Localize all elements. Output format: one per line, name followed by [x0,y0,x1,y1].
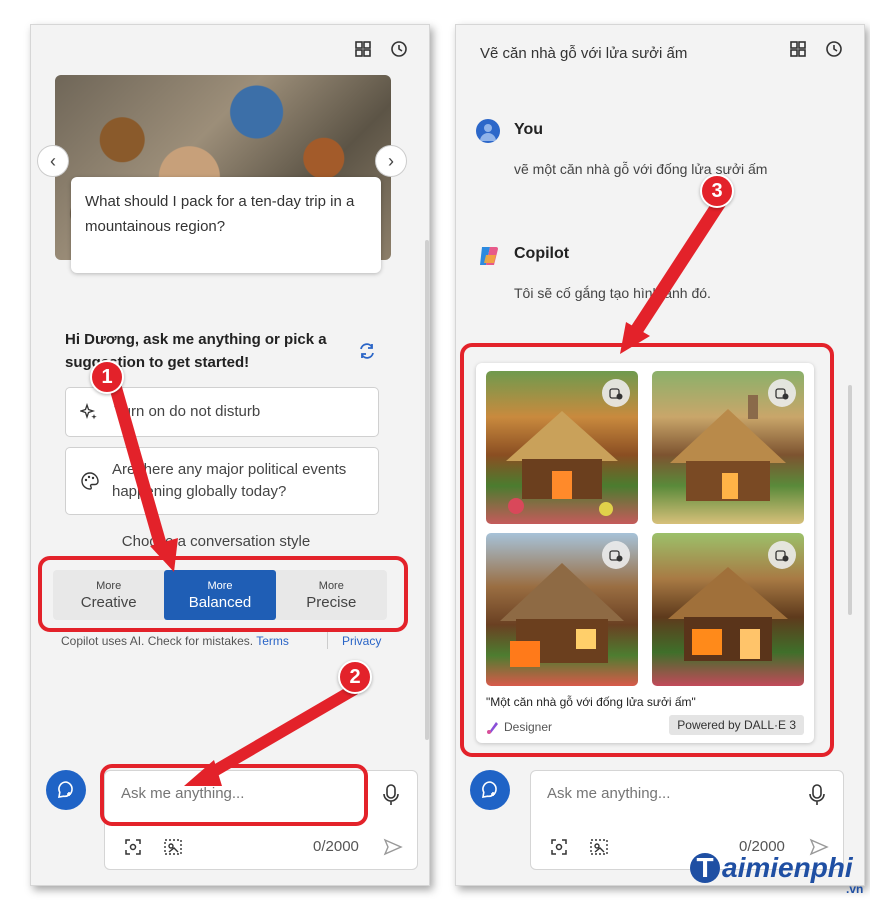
carousel-next-button[interactable]: › [375,145,407,177]
conversation-style-label: Choose a conversation style [121,533,311,550]
ai-disclaimer: Copilot uses AI. Check for mistakes. Ter… [61,634,289,648]
divider [327,631,328,649]
suggestion-card-text: What should I pack for a ten-day trip in… [85,193,355,235]
step-number: 3 [711,179,723,202]
step-badge: 1 [90,360,124,394]
copilot-home-panel: ‹ › What should I pack for a ten-day tri… [30,24,430,886]
new-topic-button[interactable] [46,770,86,810]
new-topic-button[interactable] [470,770,510,810]
bot-name: Copilot [514,245,570,262]
prompt-label: Turn on do not disturb [114,403,261,420]
chat-title: Vẽ căn nhà gỗ với lửa sưởi ấm [480,45,688,62]
terms-link[interactable]: Terms [256,634,289,648]
plugins-icon[interactable] [788,39,808,59]
highlight-style-box [38,556,408,632]
send-icon[interactable] [383,837,403,857]
microphone-icon[interactable] [807,783,827,807]
plugins-icon[interactable] [353,39,373,59]
bot-message: Tôi sẽ cố gắng tạo hình ảnh đó. [514,285,711,301]
highlight-input-box [100,764,368,826]
sparkle-icon [80,403,102,421]
copilot-logo-icon [476,243,502,269]
user-avatar [476,119,500,143]
step-number: 2 [349,665,361,688]
watermark-suffix: .vn [846,882,864,896]
step-badge: 2 [338,660,372,694]
carousel-prev-button[interactable]: ‹ [37,145,69,177]
chevron-right-icon: › [388,150,394,171]
panel-top-actions [788,39,844,59]
watermark-text: aimienphi [722,852,853,883]
image-search-icon[interactable] [163,837,183,857]
prompt-political-events-button[interactable]: Are there any major political events hap… [65,447,379,515]
scrollbar[interactable] [848,385,852,615]
prompt-label: Are there any major political events hap… [112,461,347,500]
suggestion-card[interactable]: What should I pack for a ten-day trip in… [71,177,381,273]
watermark-initial: T [690,853,720,883]
chat-input[interactable] [547,785,767,802]
panel-top-actions [353,39,409,59]
history-icon[interactable] [824,39,844,59]
step-number: 1 [101,365,113,388]
microphone-icon[interactable] [381,783,401,807]
palette-icon [80,471,100,491]
privacy-link[interactable]: Privacy [342,634,381,648]
prompt-dnd-button[interactable]: Turn on do not disturb [65,387,379,437]
user-message: vẽ một căn nhà gỗ với đống lửa sưởi ấm [514,161,768,177]
screenshot-icon[interactable] [123,837,143,857]
refresh-suggestions-icon[interactable] [357,341,377,361]
history-icon[interactable] [389,39,409,59]
watermark-logo: Taimienphi [690,852,853,884]
chevron-left-icon: ‹ [50,150,56,171]
image-search-icon[interactable] [589,837,609,857]
disclaimer-text: Copilot uses AI. Check for mistakes. [61,634,257,648]
highlight-images-box [460,343,834,757]
user-name: You [514,121,544,138]
screenshot-icon[interactable] [549,837,569,857]
scrollbar[interactable] [425,240,429,740]
new-topic-icon [58,781,73,798]
char-counter: 0/2000 [313,838,359,855]
new-topic-icon [482,781,497,798]
step-badge: 3 [700,174,734,208]
